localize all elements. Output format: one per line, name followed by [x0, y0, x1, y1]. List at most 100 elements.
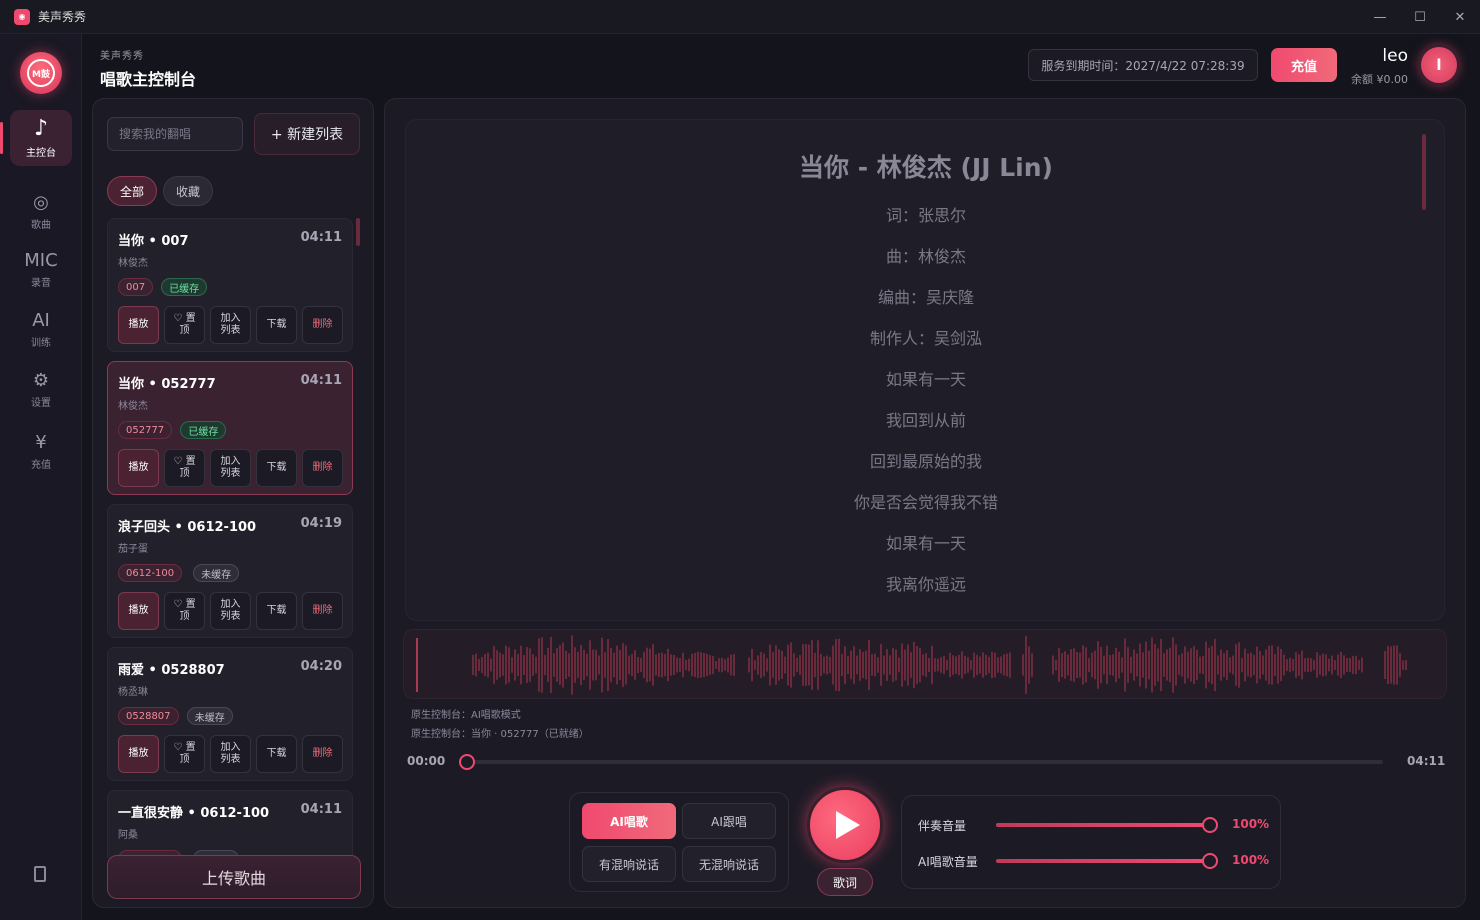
delete-button[interactable]: 删除	[302, 592, 343, 630]
list-item[interactable]: 浪子回头 • 0612-100 04:19 茄子蛋 0612-100 未缓存 播放 ♡ 置顶…	[107, 504, 353, 638]
accompaniment-volume-fill	[996, 823, 1210, 827]
search-input[interactable]	[107, 117, 243, 151]
waveform-bar	[562, 642, 564, 688]
sidebar-item-5[interactable]: ¥ 充值	[10, 424, 72, 480]
waveform-bar	[1070, 649, 1072, 681]
waveform-bar	[553, 653, 555, 677]
waveform-bar	[1061, 653, 1063, 677]
minimize-icon[interactable]: —	[1360, 0, 1400, 34]
waveform-bar	[1205, 641, 1207, 689]
waveform-bar	[547, 647, 549, 683]
close-icon[interactable]: ✕	[1440, 0, 1480, 34]
waveform-bar	[520, 645, 522, 685]
filter-all-tab[interactable]: 全部	[107, 176, 157, 206]
mode-ai-sing-button[interactable]: AI唱歌	[582, 803, 676, 839]
waveform-bar	[712, 655, 714, 675]
delete-button[interactable]: 删除	[302, 306, 343, 344]
waveform-bar	[1217, 655, 1219, 675]
accompaniment-volume-handle[interactable]	[1202, 817, 1218, 833]
waveform-bar	[832, 645, 834, 685]
download-button[interactable]: 下载	[256, 306, 297, 344]
user-name: leo	[1382, 46, 1408, 66]
mode-dry-talk-button[interactable]: 无混响说话	[682, 846, 776, 882]
waveform-bar	[925, 653, 927, 677]
waveform-bar	[715, 661, 717, 669]
list-item[interactable]: 当你 • 052777 04:11 林俊杰 052777 已缓存 播放 ♡ 置顶加入 列表 下载…	[107, 361, 353, 495]
lyric-line: 我离你遥远	[885, 575, 966, 594]
pin-top-button[interactable]: ♡ 置顶	[164, 735, 205, 773]
sidebar-item-0[interactable]: ♪ 主控台	[0, 110, 72, 166]
waveform-bar	[1142, 652, 1144, 678]
waveform-bar	[886, 649, 888, 681]
ai-volume-slider[interactable]	[996, 853, 1218, 869]
device-icon[interactable]	[34, 866, 46, 882]
add-to-list-button[interactable]: 加入 列表	[210, 306, 251, 344]
delete-button[interactable]: 删除	[302, 735, 343, 773]
sidebar-item-4[interactable]: ⚙ 设置	[10, 362, 72, 418]
sidebar-item-1[interactable]: ◎ 歌曲	[10, 184, 72, 240]
waveform-bar	[1399, 653, 1401, 677]
add-label-top: 加入	[220, 599, 241, 610]
waveform-bar	[730, 654, 732, 676]
waveform-bar	[1058, 648, 1060, 682]
waveform-bar	[613, 652, 615, 678]
play-song-button[interactable]: 播放	[118, 592, 159, 630]
pin-label-bottom: 顶	[179, 325, 190, 336]
pin-top-button[interactable]: ♡ 置顶	[164, 449, 205, 487]
recharge-button[interactable]: 充值	[1271, 48, 1337, 82]
pin-label-top: ♡ 置	[173, 599, 196, 610]
waveform-bar	[679, 658, 681, 672]
play-button[interactable]	[807, 787, 883, 863]
download-button[interactable]: 下载	[256, 449, 297, 487]
progress-handle[interactable]	[459, 754, 475, 770]
lyrics-scrollbar[interactable]	[1422, 134, 1426, 210]
sidebar-item-3[interactable]: AI 训练	[10, 302, 72, 358]
pin-top-button[interactable]: ♡ 置顶	[164, 592, 205, 630]
ai-icon: AI	[32, 310, 50, 332]
song-code-badge: 007	[118, 278, 154, 296]
song-artist: 杨丞琳	[118, 687, 148, 698]
maximize-icon[interactable]: ☐	[1400, 0, 1440, 34]
filter-favorites-tab[interactable]: 收藏	[163, 176, 213, 206]
progress-slider[interactable]	[459, 754, 1383, 770]
waveform-bar	[970, 660, 972, 670]
lyrics-title: 当你 - 林俊杰 (JJ Lin)	[799, 153, 1053, 182]
waveform-bar	[1085, 647, 1087, 683]
list-item[interactable]: 雨爱 • 0528807 04:20 杨丞琳 0528807 未缓存 播放 ♡ 置顶 加入 列表…	[107, 647, 353, 781]
add-to-list-button[interactable]: 加入 列表	[210, 449, 251, 487]
list-item[interactable]: 当你 • 007 04:11 林俊杰 007 已缓存 播放 ♡ 置顶加入 列表 下载 删除	[107, 218, 353, 352]
waveform[interactable]	[403, 629, 1447, 699]
new-list-button[interactable]: + 新建列表	[254, 113, 360, 155]
add-to-list-button[interactable]: 加入 列表	[210, 592, 251, 630]
song-list-scrollbar[interactable]	[356, 218, 360, 246]
waveform-graphic	[472, 635, 1407, 695]
waveform-bar	[1208, 647, 1210, 683]
add-label-bottom: 列表	[220, 611, 241, 622]
add-to-list-button[interactable]: 加入 列表	[210, 735, 251, 773]
mode-reverb-talk-button[interactable]: 有混响说话	[582, 846, 676, 882]
waveform-bar	[727, 657, 729, 673]
play-song-button[interactable]: 播放	[118, 449, 159, 487]
play-song-button[interactable]: 播放	[118, 735, 159, 773]
lyrics-button[interactable]: 歌词	[817, 868, 873, 896]
mode-ai-follow-button[interactable]: AI跟唱	[682, 803, 776, 839]
waveform-bar	[538, 638, 540, 692]
pin-label-top: ♡ 置	[173, 456, 196, 467]
lyrics-view[interactable]: 当你 - 林俊杰 (JJ Lin) 词：张思尔 曲：林俊杰 编曲：吴庆隆 制作人：吴剑…	[405, 119, 1445, 621]
avatar[interactable]: l	[1419, 45, 1459, 85]
music-note-icon: ♪	[33, 115, 49, 141]
waveform-bar	[700, 652, 702, 678]
waveform-bar	[1097, 641, 1099, 689]
waveform-bar	[598, 655, 600, 675]
play-song-button[interactable]: 播放	[118, 306, 159, 344]
delete-button[interactable]: 删除	[302, 449, 343, 487]
download-button[interactable]: 下载	[256, 735, 297, 773]
upload-song-button[interactable]: 上传歌曲	[107, 855, 361, 899]
accompaniment-volume-slider[interactable]	[996, 817, 1218, 833]
list-item[interactable]: 一直很安静 • 0612-10004:11阿桑0612-100未缓存播放♡ 置顶…	[107, 790, 353, 858]
download-button[interactable]: 下载	[256, 592, 297, 630]
sidebar-item-2[interactable]: MIC 录音	[10, 242, 72, 298]
pin-top-button[interactable]: ♡ 置顶	[164, 306, 205, 344]
ai-volume-handle[interactable]	[1202, 853, 1218, 869]
pin-label-bottom: 顶	[179, 754, 190, 765]
